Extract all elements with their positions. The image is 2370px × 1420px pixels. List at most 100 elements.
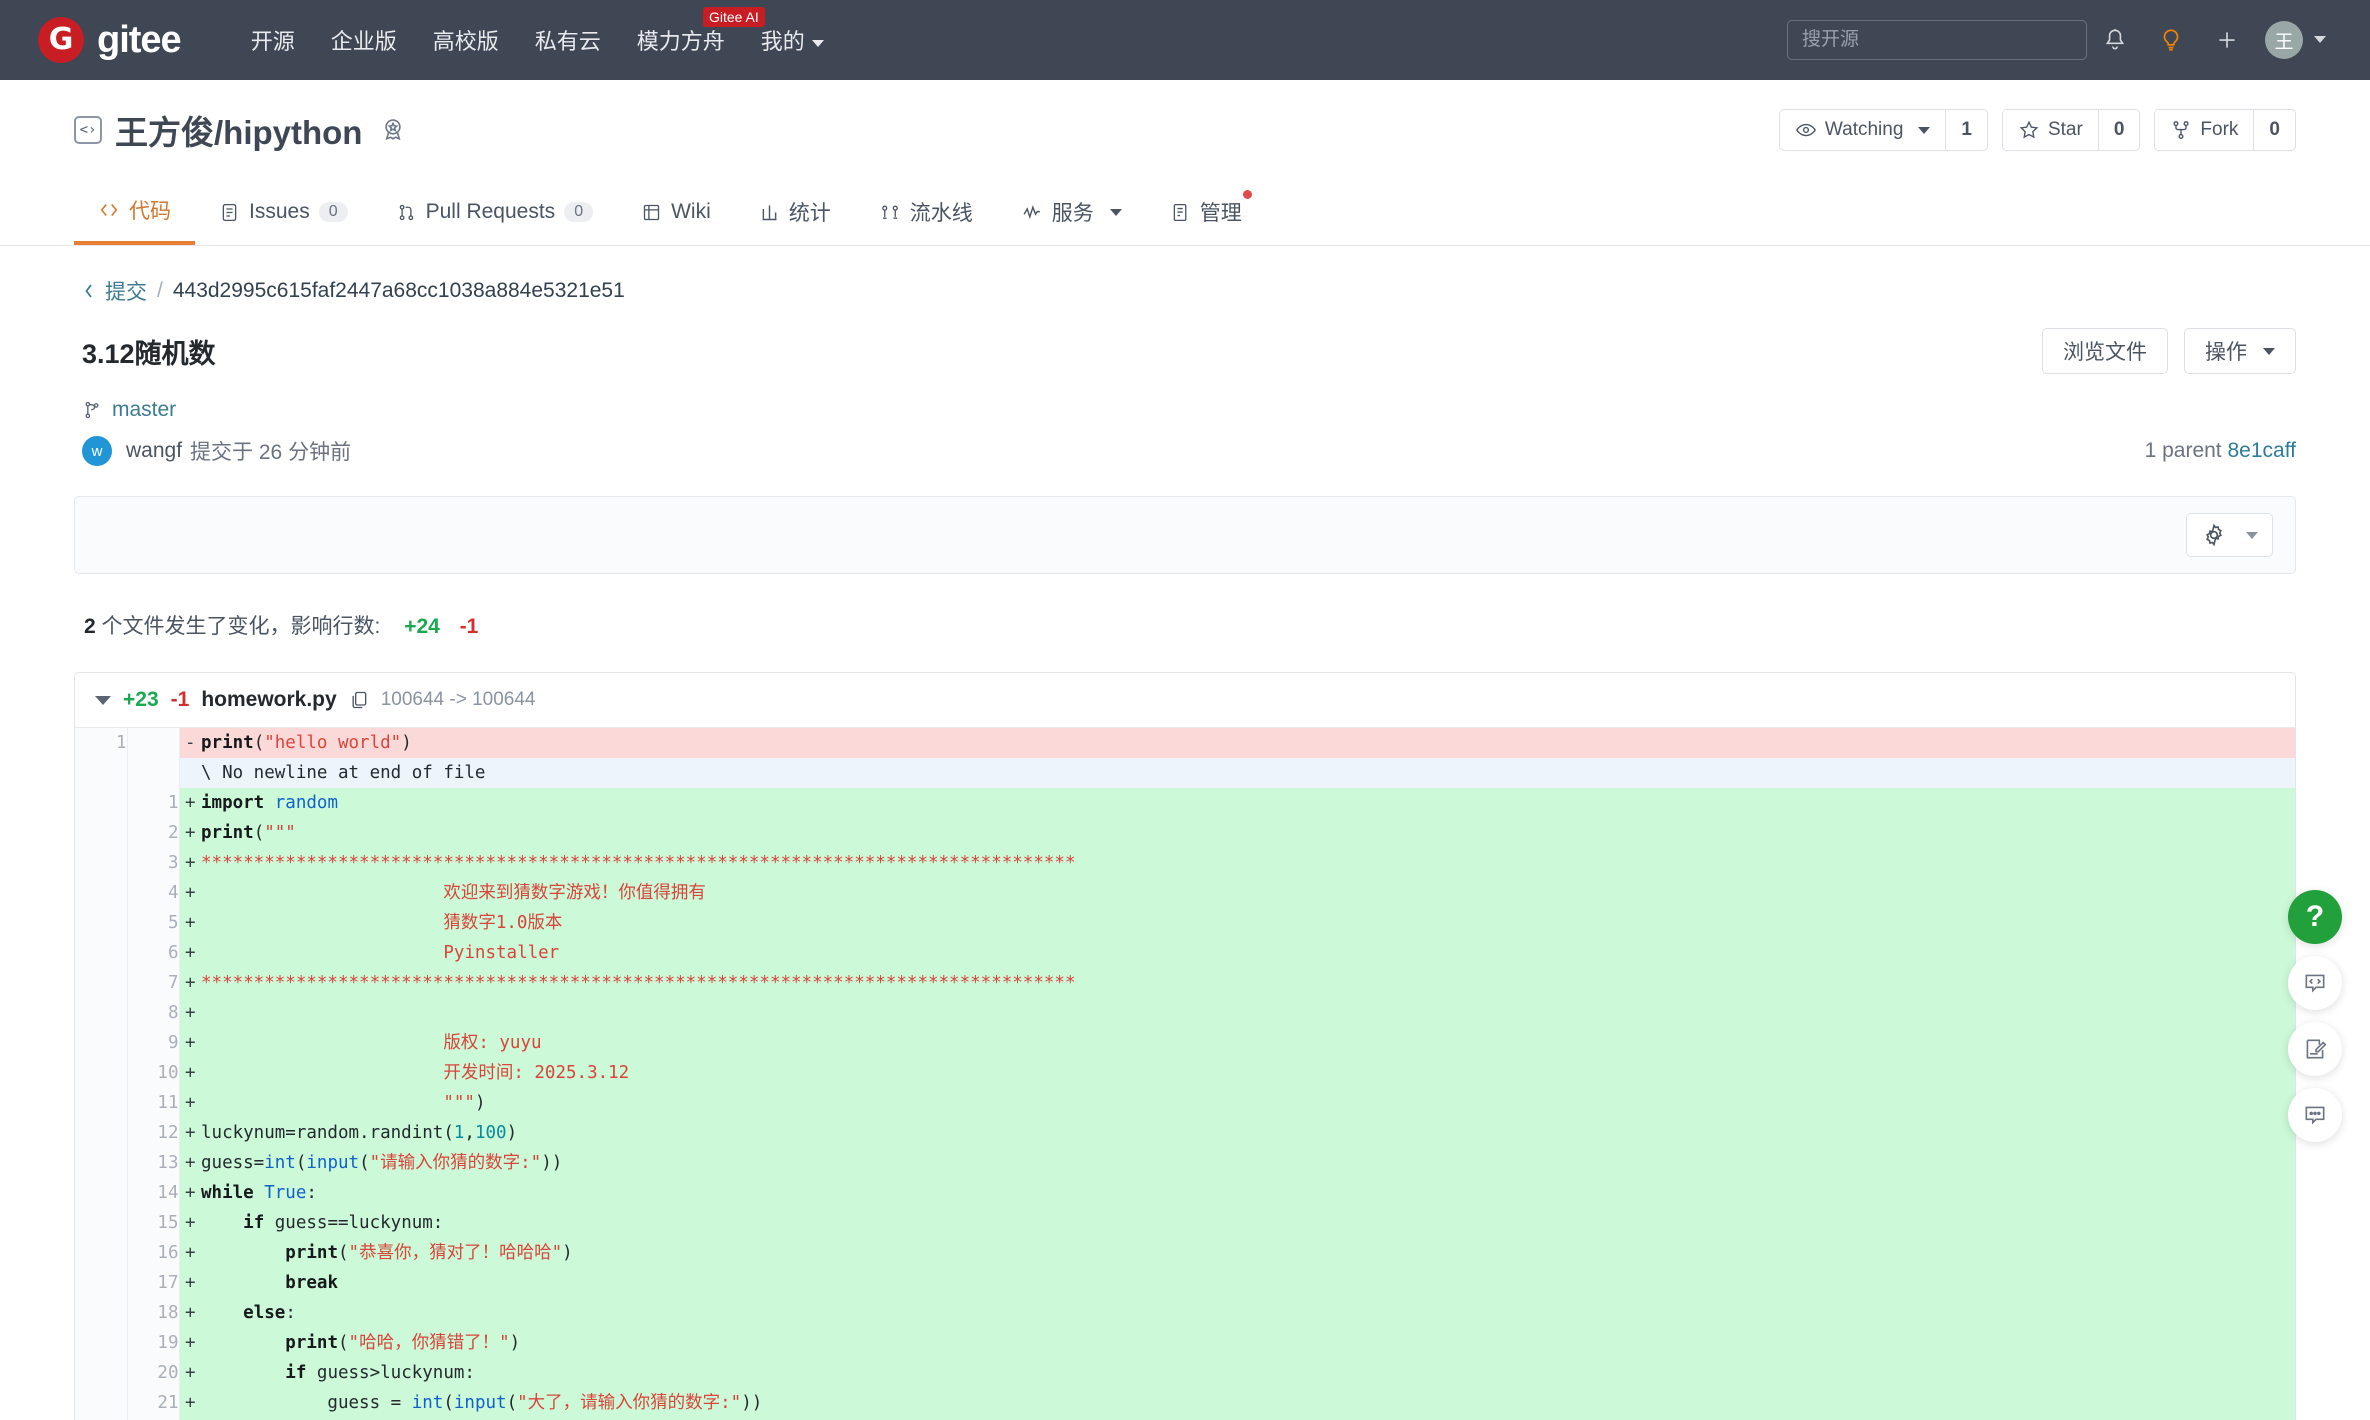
- nav-link-1[interactable]: 企业版: [313, 24, 415, 56]
- nav-link-5[interactable]: 我的: [743, 24, 842, 56]
- star-button-group[interactable]: Star 0: [2001, 109, 2141, 151]
- copy-path-icon[interactable]: [349, 690, 369, 710]
- diff-line-row[interactable]: 18 + else:: [75, 1298, 2295, 1328]
- diff-line-row[interactable]: 9 + 版权: yuyu: [75, 1028, 2295, 1058]
- diff-new-line-number: 6: [127, 938, 180, 968]
- nav-link-0[interactable]: 开源: [233, 24, 313, 56]
- code-token: break: [285, 1273, 338, 1293]
- lightbulb-icon[interactable]: [2143, 12, 2199, 68]
- nav-link-label: 企业版: [330, 29, 397, 54]
- code-token: "hello world": [264, 733, 402, 753]
- page-title[interactable]: 王方俊/hipython: [115, 106, 362, 154]
- diff-line-row[interactable]: 3 + **************************************…: [75, 848, 2295, 878]
- diff-line-row[interactable]: 16 + print("恭喜你，猜对了！哈哈哈"): [75, 1238, 2295, 1268]
- comment-icon[interactable]: [2288, 1088, 2342, 1142]
- tab-label: 管理: [1199, 202, 1242, 225]
- help-icon[interactable]: ?: [2288, 890, 2342, 944]
- diff-line-row[interactable]: \ No newline at end of file: [75, 758, 2295, 788]
- code-token: )): [541, 1153, 563, 1173]
- fork-button-group[interactable]: Fork 0: [2154, 109, 2296, 151]
- tab-管理[interactable]: 管理: [1146, 178, 1266, 245]
- search-input[interactable]: [1787, 20, 2087, 60]
- edit-feedback-icon[interactable]: [2288, 1022, 2342, 1076]
- diff-line-row[interactable]: 1 - print("hello world"): [75, 728, 2295, 758]
- diff-line-row[interactable]: 4 + 欢迎来到猜数字游戏！你值得拥有: [75, 878, 2295, 908]
- breadcrumb-commit-sha: 443d2995c615faf2447a68cc1038a884e5321e51: [172, 279, 625, 302]
- collapse-diff-triangle-icon[interactable]: [95, 695, 111, 705]
- nav-link-2[interactable]: 高校版: [415, 24, 517, 56]
- diff-settings-button[interactable]: [2186, 513, 2273, 557]
- diff-line-row[interactable]: 8 +: [75, 998, 2295, 1028]
- tab-pull-requests[interactable]: Pull Requests 0: [372, 178, 617, 245]
- diff-line-row[interactable]: 14 + while True:: [75, 1178, 2295, 1208]
- watching-chevron-down-icon[interactable]: [1918, 126, 1931, 134]
- diff-line-row[interactable]: 5 + 猜数字1.0版本: [75, 908, 2295, 938]
- diff-line-row[interactable]: 11 + """): [75, 1088, 2295, 1118]
- stats-icon: [759, 202, 780, 223]
- code-token: print: [285, 1333, 338, 1353]
- tab-wiki[interactable]: Wiki: [617, 178, 735, 245]
- top-navigation-bar: G gitee 开源 企业版 高校版 私有云模力方舟Gitee AI我的 王: [0, 0, 2370, 80]
- diff-line-row[interactable]: 12 + luckynum=random.randint(1,100): [75, 1118, 2295, 1148]
- author-name[interactable]: wangf: [126, 439, 182, 463]
- code-token: int: [411, 1393, 444, 1413]
- main-content: 提交 / 443d2995c615faf2447a68cc1038a884e53…: [0, 246, 2370, 1420]
- fork-button[interactable]: Fork: [2155, 110, 2254, 150]
- gitee-logo[interactable]: G gitee: [38, 17, 182, 63]
- diff-line-row[interactable]: 13 + guess=int(input("请输入你猜的数字:")): [75, 1148, 2295, 1178]
- diff-line-marker: +: [179, 788, 201, 818]
- nav-link-4[interactable]: 模力方舟 Gitee AI: [619, 7, 765, 56]
- avatar[interactable]: 王: [2265, 21, 2303, 59]
- code-token: """: [264, 823, 296, 843]
- diff-line-row[interactable]: 21 + guess = int(input("大了，请输入你猜的数字:")): [75, 1388, 2295, 1418]
- diff-old-line-number: [75, 1358, 128, 1388]
- diff-line-row[interactable]: 20 + if guess>luckynum:: [75, 1358, 2295, 1388]
- nav-link-3[interactable]: 私有云: [517, 24, 619, 56]
- author-avatar[interactable]: w: [82, 436, 112, 466]
- tab-chevron-down-icon: [1109, 208, 1122, 216]
- star-button[interactable]: Star: [2002, 110, 2098, 150]
- plus-icon[interactable]: [2199, 12, 2255, 68]
- watching-label: Watching: [1824, 119, 1904, 140]
- repository-action-buttons: Watching 1 Star 0 Fork 0: [1778, 109, 2296, 151]
- watching-button[interactable]: Watching: [1779, 110, 1946, 150]
- branch-name[interactable]: master: [112, 398, 176, 422]
- diff-line-code: """): [201, 1088, 2295, 1118]
- award-badge-icon[interactable]: [378, 115, 408, 145]
- code-comment-icon[interactable]: [2288, 956, 2342, 1010]
- browse-files-button[interactable]: 浏览文件: [2042, 328, 2168, 374]
- actions-chevron-down-icon: [2263, 347, 2275, 355]
- diff-line-code: else:: [201, 1298, 2295, 1328]
- fork-count: 0: [2253, 110, 2295, 150]
- diff-line-row[interactable]: 17 + break: [75, 1268, 2295, 1298]
- tab-服务[interactable]: 服务: [997, 178, 1146, 245]
- code-token: guess=: [201, 1153, 265, 1173]
- actions-dropdown-button[interactable]: 操作: [2184, 328, 2296, 374]
- code-token: (: [359, 1153, 370, 1173]
- diff-new-line-number: 9: [127, 1028, 180, 1058]
- tab-issues[interactable]: Issues 0: [195, 178, 372, 245]
- diff-line-row[interactable]: 6 + Pyinstaller: [75, 938, 2295, 968]
- breadcrumb-back-link[interactable]: 提交: [82, 276, 147, 306]
- gear-icon: [2206, 523, 2222, 547]
- gitee-logo-mark: G: [38, 17, 84, 63]
- diff-line-row[interactable]: 1 + import random: [75, 788, 2295, 818]
- diff-filename[interactable]: homework.py: [201, 688, 336, 712]
- diff-line-row[interactable]: 15 + if guess==luckynum:: [75, 1208, 2295, 1238]
- tab-流水线[interactable]: 流水线: [855, 178, 997, 245]
- diff-line-row[interactable]: 19 + print("哈哈，你猜错了！"): [75, 1328, 2295, 1358]
- watch-button-group[interactable]: Watching 1: [1778, 109, 1988, 151]
- diff-line-row[interactable]: 7 + **************************************…: [75, 968, 2295, 998]
- nav-right-section: 王: [1787, 12, 2332, 68]
- diff-line-row[interactable]: 10 + 开发时间: 2025.3.12: [75, 1058, 2295, 1088]
- tab-统计[interactable]: 统计: [735, 178, 855, 245]
- diff-old-line-number: [75, 1028, 128, 1058]
- parent-sha-link[interactable]: 8e1caff: [2227, 439, 2296, 462]
- star-label: Star: [2047, 119, 2083, 140]
- diff-line-marker: +: [179, 1178, 201, 1208]
- avatar-chevron-down-icon[interactable]: [2307, 31, 2326, 49]
- diff-line-row[interactable]: 2 + print(""": [75, 818, 2295, 848]
- diff-old-line-number: [75, 878, 128, 908]
- bell-icon[interactable]: [2087, 12, 2143, 68]
- tab-代码[interactable]: 代码: [74, 178, 195, 245]
